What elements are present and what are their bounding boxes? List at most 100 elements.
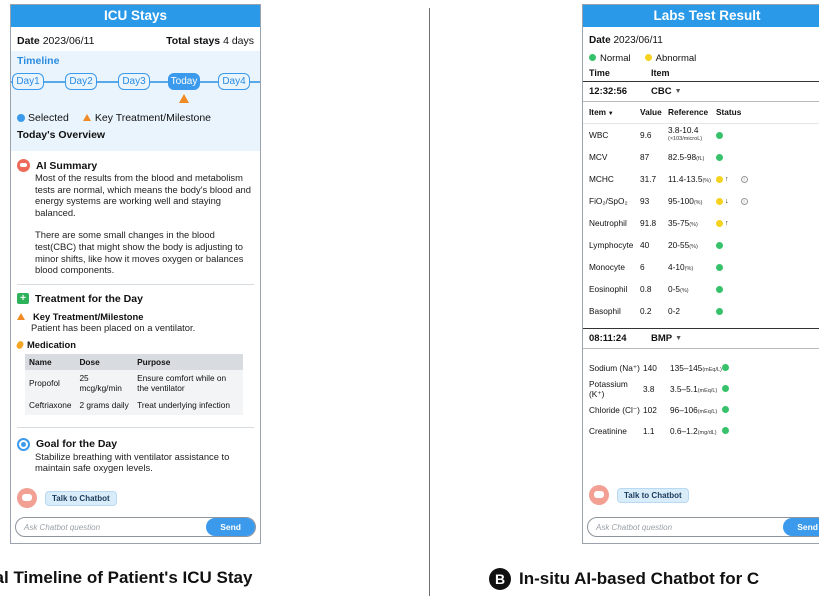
time-item-header: Time Item <box>583 64 819 80</box>
date-row: Date 2023/06/11 <box>583 27 819 49</box>
timeline-day-2[interactable]: Day2 <box>65 73 97 90</box>
ask-chatbot-input[interactable]: Ask Chatbot question Send <box>587 517 819 537</box>
lab-reference: 11.4-13.5(%) <box>668 174 716 184</box>
table-row: MCV 87 82.5-98(fL) <box>583 146 819 168</box>
lab-item: FiO₂/SpO₂ <box>589 196 628 206</box>
talk-to-chatbot-button[interactable]: Talk to Chatbot <box>45 490 117 506</box>
lab-status <box>716 307 750 315</box>
table-row: Neutrophil 91.8 35-75(%) ↑ <box>583 212 819 234</box>
bmp-time: 08:11:24 <box>589 333 627 344</box>
timeline-day-today[interactable]: Today <box>168 73 200 90</box>
lab-reference-unit: (%) <box>689 244 698 250</box>
normal-dot-icon <box>722 385 729 392</box>
lab-reference-range: 135–145 <box>670 362 703 373</box>
lab-reference-range: 0-5 <box>668 284 680 294</box>
lab-status <box>716 131 750 139</box>
med-header-name: Name <box>25 354 76 371</box>
legend-selected: Selected <box>17 112 69 124</box>
normal-dot-icon <box>716 307 723 315</box>
lab-reference: 82.5-98(fL) <box>668 152 716 162</box>
talk-to-chatbot-button[interactable]: Talk to Chatbot <box>617 487 689 503</box>
timeline-legend: Selected Key Treatment/Milestone <box>11 110 260 126</box>
treatment-title: Treatment for the Day <box>35 292 143 305</box>
treatment-section: + Treatment for the Day Key Treatment/Mil… <box>11 293 260 415</box>
lab-reference-range: 20-55 <box>668 240 690 250</box>
lab-item: Monocyte <box>589 262 625 272</box>
lab-header-value: Value <box>640 107 662 117</box>
cbc-group-header[interactable]: 12:32:56 CBC ▼ <box>583 81 819 102</box>
lab-header-status: Status <box>716 107 742 117</box>
ask-placeholder: Ask Chatbot question <box>24 522 101 532</box>
icu-stays-screen: ICU Stays Date 2023/06/11 Total stays 4 … <box>10 4 261 544</box>
screen-title: Labs Test Result <box>583 5 819 27</box>
goal-text: Stabilize breathing with ventilator assi… <box>35 450 230 474</box>
bmp-rows: Sodium (Na⁺) 140 135–145(mEq/L) Potassium (… <box>583 357 819 441</box>
lab-status <box>716 285 750 293</box>
cbc-item: CBC <box>651 86 672 97</box>
send-button[interactable]: Send <box>206 518 255 536</box>
lab-reference-unit: (fL) <box>696 156 705 162</box>
lab-reference: 0-2 <box>668 306 716 316</box>
table-row: Creatinine 1.1 0.6–1.2(mg/dL) <box>583 420 819 441</box>
abnormal-dot-icon <box>716 197 723 205</box>
timeline-day-3[interactable]: Day3 <box>118 73 150 90</box>
table-row: WBC 9.6 3.8-10.4 (×103/microL) <box>583 124 819 146</box>
lab-item: Eosinophil <box>589 284 628 294</box>
lab-reference-unit: (%) <box>684 266 694 272</box>
lab-reference-unit: (%) <box>680 288 689 294</box>
caption-letter-badge: B <box>489 568 511 590</box>
lab-reference-unit: (%) <box>693 200 703 206</box>
table-row: Chloride (Cl⁻) 102 96–106(mEq/L) <box>583 399 819 420</box>
lab-reference-range: 0.6–1.2 <box>670 425 698 436</box>
send-button[interactable]: Send <box>783 518 819 536</box>
abnormal-dot-icon <box>644 54 652 61</box>
caption-b-text: In-situ AI-based Chatbot for C <box>519 569 760 588</box>
med-purpose: Ensure comfort while on the ventilator <box>137 373 227 393</box>
abnormal-dot-icon <box>716 219 723 227</box>
timeline-track: Day1 Day2 Day3 Today Day4 <box>11 70 260 110</box>
table-row: MCHC 31.7 11.4-13.5(%) ↑ i <box>583 168 819 190</box>
chatbot-avatar-icon <box>589 485 609 505</box>
lab-item: Creatinine <box>589 425 627 436</box>
lab-reference: 135–145(mEq/L) <box>670 363 722 373</box>
lab-value: 9.6 <box>640 130 652 140</box>
lab-value: 91.8 <box>640 218 657 228</box>
ask-chatbot-input[interactable]: Ask Chatbot question Send <box>15 517 256 537</box>
normal-dot-icon <box>716 285 723 293</box>
key-treatment-title: Key Treatment/Milestone <box>33 310 144 322</box>
timeline-day-4[interactable]: Day4 <box>218 73 250 90</box>
table-row: Ceftriaxone 2 grams daily Treat underlyi… <box>25 397 243 415</box>
lab-status: ↑ i <box>716 175 750 183</box>
lab-reference: 4-10(%) <box>668 262 716 272</box>
timeline-day-1[interactable]: Day1 <box>12 73 44 90</box>
status-arrow: ↑ <box>725 219 729 227</box>
lab-value: 40 <box>640 240 650 250</box>
lab-header-item-label: Item <box>589 107 607 117</box>
lab-value: 0.8 <box>640 284 652 294</box>
lab-header-item[interactable]: Item ▼ <box>589 107 640 117</box>
info-icon[interactable]: i <box>740 197 748 205</box>
chevron-down-icon: ▼ <box>674 88 682 95</box>
cbc-time: 12:32:56 <box>589 86 628 97</box>
lab-status <box>716 263 750 271</box>
medication-table: Name Dose Purpose Propofol 25 mcg/kg/min… <box>25 354 243 415</box>
target-icon <box>17 437 30 451</box>
lab-reference-range: 3.8-10.4 <box>668 124 699 135</box>
ai-summary-paragraph-1: Most of the results from the blood and m… <box>35 172 251 218</box>
chevron-down-icon: ▼ <box>606 111 614 117</box>
table-row: Potassium (K⁺) 3.8 3.5–5.1(mEq/L) <box>583 378 819 399</box>
lab-reference-unit: (%) <box>702 178 712 184</box>
milestone-triangle-icon <box>179 94 189 103</box>
lab-value: 140 <box>643 362 657 373</box>
lab-reference-range: 82.5-98 <box>668 152 697 162</box>
ai-summary-section: AI Summary Most of the results from the … <box>11 159 260 276</box>
lab-item: Sodium (Na⁺) <box>589 362 640 373</box>
bmp-item: BMP <box>651 333 673 344</box>
legend-key-treatment: Key Treatment/Milestone <box>82 112 211 124</box>
goal-title: Goal for the Day <box>36 438 118 451</box>
date-value: 2023/06/11 <box>42 35 95 47</box>
bmp-group-header[interactable]: 08:11:24 BMP ▼ <box>583 328 819 349</box>
info-icon[interactable]: i <box>740 175 748 183</box>
ask-placeholder: Ask Chatbot question <box>596 522 673 532</box>
legend-abnormal: Abnormal <box>644 53 696 64</box>
